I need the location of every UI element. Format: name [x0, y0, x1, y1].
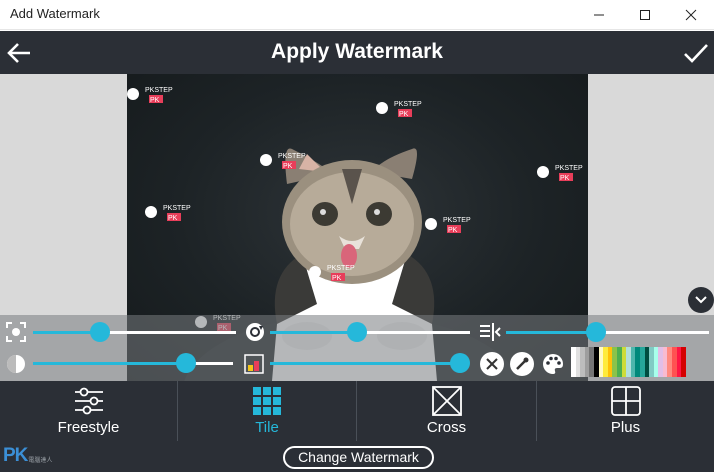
- svg-text:PKSTEP: PKSTEP: [163, 205, 191, 212]
- opacity-slider-fill: [33, 362, 186, 365]
- watermark-stamp: PKSTEP PK: [537, 165, 583, 182]
- minimize-button[interactable]: [576, 0, 622, 30]
- watermark-stamp: PKSTEP PK: [376, 101, 422, 118]
- color-intensity-icon: [242, 353, 266, 375]
- watermark-stamp: PKSTEP PK: [145, 205, 191, 222]
- watermark-stamp: PKSTEP PK: [260, 153, 306, 170]
- svg-text:PK: PK: [560, 175, 570, 182]
- color-slider-fill: [270, 362, 460, 365]
- svg-text:PKSTEP: PKSTEP: [555, 165, 583, 172]
- plus-box-icon: [610, 386, 641, 421]
- maximize-icon: [640, 10, 650, 20]
- app-header: Apply Watermark: [0, 31, 714, 74]
- mode-tab-bar: Freestyle Tile Cross Plus: [0, 381, 714, 441]
- close-button[interactable]: [668, 0, 714, 30]
- tab-plus[interactable]: Plus: [537, 381, 714, 441]
- rotation-slider-thumb[interactable]: [347, 322, 367, 342]
- page-title: Apply Watermark: [271, 40, 443, 63]
- svg-text:PK: PK: [399, 111, 409, 118]
- spacing-slider-thumb[interactable]: [586, 322, 606, 342]
- checkmark-icon: [684, 44, 708, 63]
- svg-text:PKSTEP: PKSTEP: [145, 87, 173, 94]
- sliders-icon: [73, 386, 105, 421]
- svg-text:PKSTEP: PKSTEP: [394, 101, 422, 108]
- tab-tile-label: Tile: [255, 419, 279, 436]
- tab-cross-label: Cross: [426, 419, 467, 436]
- grid-icon: [252, 386, 282, 421]
- palette-icon: [543, 354, 563, 374]
- site-logo: PK 電腦達人: [3, 445, 52, 467]
- tab-freestyle-label: Freestyle: [57, 419, 120, 436]
- svg-text:PK: PK: [150, 97, 160, 104]
- eyedropper-button[interactable]: [510, 352, 534, 376]
- confirm-button[interactable]: [680, 37, 712, 69]
- spacing-icon: [478, 321, 504, 343]
- svg-text:PKSTEP: PKSTEP: [278, 153, 306, 160]
- svg-text:PKSTEP: PKSTEP: [443, 217, 471, 224]
- svg-text:PK: PK: [283, 163, 293, 170]
- opacity-icon: [5, 353, 27, 375]
- cross-box-icon: [431, 386, 462, 421]
- logo-subtitle: 電腦達人: [28, 458, 53, 464]
- tab-freestyle[interactable]: Freestyle: [0, 381, 178, 441]
- svg-text:PKSTEP: PKSTEP: [327, 265, 355, 272]
- opacity-slider-thumb[interactable]: [176, 353, 196, 373]
- close-icon: [685, 9, 697, 21]
- minimize-icon: [594, 14, 604, 16]
- close-icon: [486, 358, 498, 370]
- svg-text:PK: PK: [168, 215, 178, 222]
- logo-mark: PK: [3, 445, 28, 466]
- watermark-stamp: PKSTEP PK: [127, 87, 173, 104]
- rotate-icon: [243, 320, 267, 344]
- svg-text:PK: PK: [332, 275, 342, 282]
- color-swatch-strip[interactable]: [571, 347, 686, 377]
- clear-color-button[interactable]: [480, 352, 504, 376]
- change-watermark-button[interactable]: Change Watermark: [283, 446, 434, 469]
- color-swatch[interactable]: [681, 347, 686, 377]
- maximize-button[interactable]: [622, 0, 668, 30]
- svg-text:PK: PK: [448, 227, 458, 234]
- scale-icon: [5, 321, 27, 343]
- collapse-controls-button[interactable]: [688, 287, 714, 313]
- watermark-stamp: PKSTEP PK: [425, 217, 471, 234]
- window-title: Add Watermark: [10, 6, 100, 21]
- scale-slider-thumb[interactable]: [90, 322, 110, 342]
- bottom-bar: PK 電腦達人 Change Watermark: [0, 441, 714, 472]
- window-titlebar: Add Watermark: [0, 0, 714, 30]
- eyedropper-icon: [516, 357, 529, 370]
- watermark-stamp: PKSTEP PK: [309, 265, 355, 282]
- rotation-slider-fill: [270, 331, 358, 334]
- spacing-slider-fill: [506, 331, 596, 334]
- tab-cross[interactable]: Cross: [357, 381, 537, 441]
- chevron-down-icon: [695, 296, 707, 304]
- palette-button[interactable]: [540, 351, 566, 377]
- tab-plus-label: Plus: [610, 419, 641, 436]
- color-slider-thumb[interactable]: [450, 353, 470, 373]
- tab-tile[interactable]: Tile: [178, 381, 357, 441]
